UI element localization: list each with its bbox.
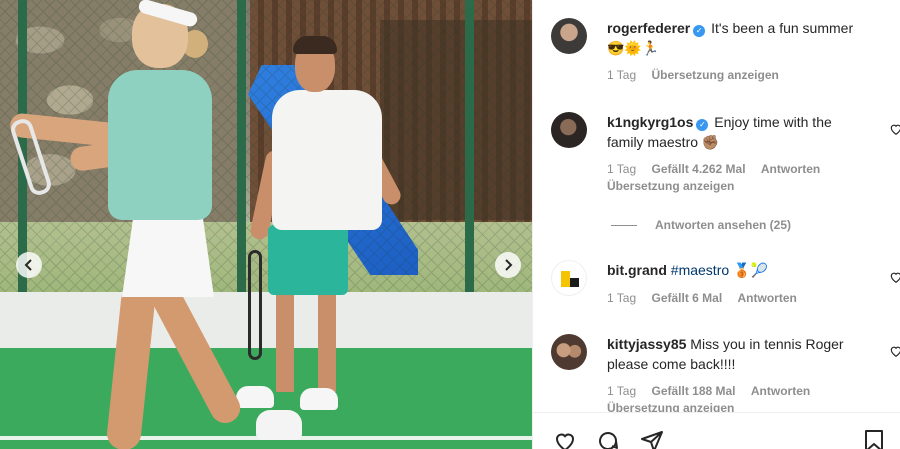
verified-badge-icon: ✓ — [693, 25, 706, 37]
avatar[interactable] — [551, 260, 587, 296]
like-count[interactable]: Gefällt 4.262 Mal — [651, 162, 745, 176]
shoe — [256, 410, 302, 440]
comment-icon — [599, 432, 618, 449]
like-button[interactable] — [553, 429, 579, 449]
view-replies-button[interactable]: Antworten ansehen (25) — [611, 218, 791, 232]
username[interactable]: bit.grand — [607, 262, 667, 278]
translate-link[interactable]: Übersetzung anzeigen — [651, 68, 778, 82]
heart-icon — [890, 124, 900, 135]
previous-photo-button[interactable] — [16, 252, 42, 278]
username[interactable]: rogerfederer — [607, 20, 690, 36]
reply-button[interactable]: Antworten — [751, 384, 810, 398]
chevron-right-icon — [505, 259, 513, 271]
mint-shirt — [108, 70, 212, 220]
paper-plane-icon — [641, 431, 663, 449]
next-photo-button[interactable] — [495, 252, 521, 278]
hashtag-link[interactable]: #maestro — [671, 262, 729, 278]
heart-icon — [890, 272, 900, 283]
divider — [611, 224, 637, 226]
comment-text: 🥉🎾 — [733, 262, 768, 278]
fence-post — [465, 0, 474, 300]
comment-time[interactable]: 1 Tag — [607, 384, 636, 398]
username[interactable]: k1ngkyrg1os — [607, 114, 693, 130]
avatar[interactable] — [551, 334, 587, 370]
save-button[interactable] — [863, 429, 889, 449]
like-count[interactable]: Gefällt 188 Mal — [651, 384, 735, 398]
avatar[interactable] — [551, 18, 587, 54]
verified-badge-icon: ✓ — [696, 119, 709, 131]
reply-button[interactable]: Antworten — [761, 162, 820, 176]
comment-list[interactable]: rogerfederer ✓ It's been a fun summer 😎🌞🏃… — [533, 0, 900, 412]
post-photo[interactable] — [0, 0, 532, 449]
court-back-wall — [0, 292, 532, 352]
bookmark-icon — [865, 430, 883, 449]
view-replies-label: Antworten ansehen (25) — [655, 218, 792, 232]
reply-button[interactable]: Antworten — [738, 291, 797, 305]
heart-icon — [555, 433, 575, 449]
comment-time[interactable]: 1 Tag — [607, 162, 636, 176]
fence-post — [237, 0, 246, 300]
like-comment-button[interactable] — [889, 270, 900, 284]
comment-time[interactable]: 1 Tag — [607, 68, 636, 82]
comments-panel: rogerfederer ✓ It's been a fun summer 😎🌞🏃… — [532, 0, 900, 449]
chevron-left-icon — [24, 259, 32, 271]
heart-icon — [890, 346, 900, 357]
avatar[interactable] — [551, 112, 587, 148]
like-comment-button[interactable] — [889, 122, 900, 136]
translate-link[interactable]: Übersetzung anzeigen — [607, 401, 734, 412]
share-button[interactable] — [640, 429, 666, 449]
racket — [248, 250, 262, 360]
like-comment-button[interactable] — [889, 344, 900, 358]
like-count[interactable]: Gefällt 6 Mal — [651, 291, 722, 305]
comment-time[interactable]: 1 Tag — [607, 291, 636, 305]
username[interactable]: kittyjassy85 — [607, 336, 686, 352]
post-action-bar — [533, 412, 900, 449]
man-shorts — [268, 225, 348, 295]
comment-button[interactable] — [596, 429, 622, 449]
translate-link[interactable]: Übersetzung anzeigen — [607, 179, 734, 193]
man-shirt — [272, 90, 382, 230]
